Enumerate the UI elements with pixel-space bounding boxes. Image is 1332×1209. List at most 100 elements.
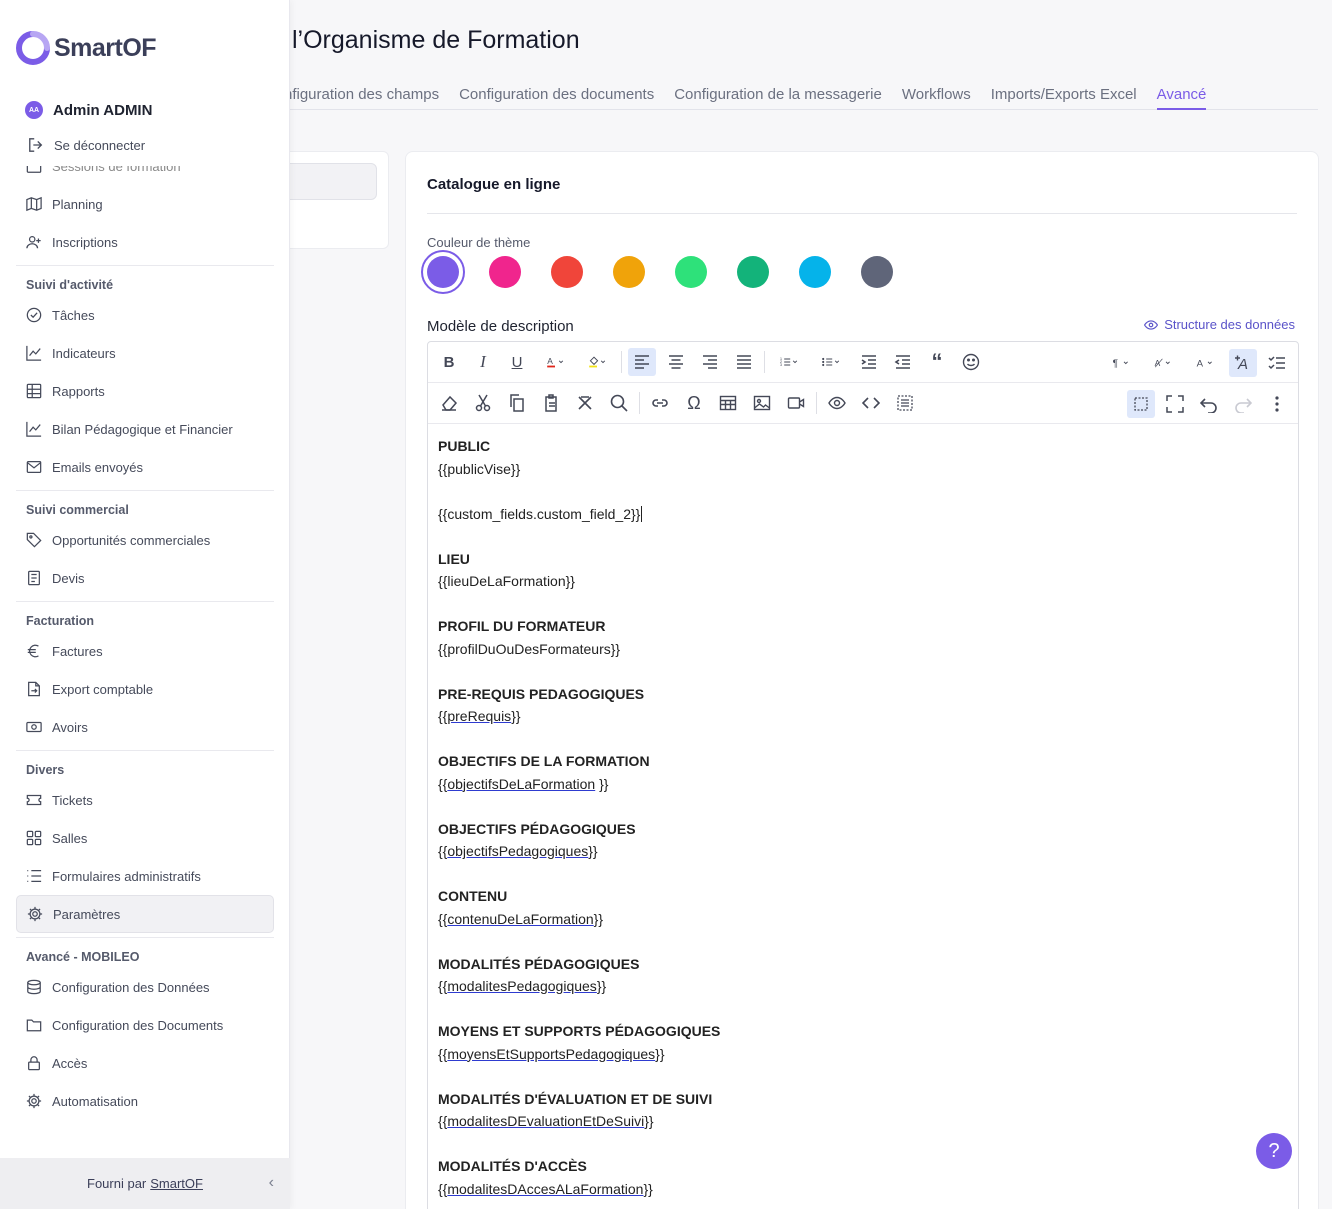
editor-heading: MODALITÉS D'ÉVALUATION ET DE SUIVI (438, 1088, 1288, 1111)
editor-variable: objectifsDeLaFormation (447, 775, 596, 792)
theme-color-swatch[interactable] (675, 256, 707, 288)
sidebar-item-bilan-p-dagogique-et-financier[interactable]: Bilan Pédagogique et Financier (16, 410, 274, 448)
tag-icon (26, 532, 42, 548)
editor-heading: PRE-REQUIS PEDAGOGIQUES (438, 683, 1288, 706)
align-right-button[interactable] (696, 348, 724, 376)
sidebar-item-export-comptable[interactable]: Export comptable (16, 670, 274, 708)
redo-button[interactable] (1229, 390, 1257, 418)
editor-heading: CONTENU (438, 885, 1288, 908)
sidebar-item-avoirs[interactable]: Avoirs (16, 708, 274, 746)
theme-color-swatch[interactable] (613, 256, 645, 288)
select-all-button[interactable] (1127, 389, 1155, 418)
align-left-button[interactable] (628, 348, 656, 376)
ordered-list-button[interactable]: 123 (771, 348, 807, 376)
text-color-button[interactable]: A (537, 348, 573, 376)
special-char-button[interactable]: Ω (680, 389, 708, 417)
undo-icon (1200, 397, 1217, 413)
paste-button[interactable] (537, 389, 565, 417)
tab-0[interactable]: nfiguration des champs (284, 82, 439, 110)
tab-2[interactable]: Configuration de la messagerie (674, 82, 882, 110)
sidebar-item-tickets[interactable]: Tickets (16, 781, 274, 819)
lock-icon (28, 1056, 40, 1071)
sidebar-item-indicateurs[interactable]: Indicateurs (16, 334, 274, 372)
sidebar-item-sessions[interactable]: Sessions de formation (16, 166, 274, 185)
text-style-button[interactable]: A (1229, 348, 1257, 377)
fullscreen-button[interactable] (1161, 390, 1189, 418)
editor-content[interactable]: PUBLIC {{publicVise}} {{custom_fields.cust… (428, 424, 1298, 1209)
sidebar-item-rapports[interactable]: Rapports (16, 372, 274, 410)
footer-smartof-link[interactable]: SmartOF (150, 1176, 203, 1191)
tab-5[interactable]: Avancé (1156, 82, 1207, 110)
align-justify-button[interactable] (730, 348, 758, 376)
insert-image-button[interactable] (748, 389, 776, 417)
insert-link-button[interactable] (646, 389, 674, 417)
clear-format-button[interactable] (435, 389, 463, 417)
sidebar-item-label: Sessions de formation (52, 166, 181, 174)
sidebar-item-factures[interactable]: Factures (16, 632, 274, 670)
sidebar-item-salles[interactable]: Salles (16, 819, 274, 857)
sidebar-item-formulaires-administratifs[interactable]: Formulaires administratifs (16, 857, 274, 895)
checklist-button[interactable] (1263, 349, 1291, 377)
sidebar-item-devis[interactable]: Devis (16, 559, 274, 597)
remove-format-button[interactable] (571, 389, 599, 417)
theme-color-swatch[interactable] (737, 256, 769, 288)
bullet-list-button[interactable] (813, 348, 849, 376)
italic-button[interactable]: I (469, 348, 497, 376)
sidebar-item-t-ches[interactable]: Tâches (16, 296, 274, 334)
tab-3[interactable]: Workflows (902, 82, 971, 110)
editor-variable: contenuDeLaFormation (447, 910, 594, 927)
cut-button[interactable] (469, 389, 497, 417)
page-title: l’Organisme de Formation (292, 26, 580, 54)
insert-table-button[interactable] (714, 389, 742, 417)
editor-placeholder: {{lieuDeLaFormation}} (438, 570, 1288, 593)
line-height-button[interactable]: A (1145, 349, 1181, 377)
more-options-button[interactable] (1263, 390, 1291, 418)
sidebar-item-emails-envoy-s[interactable]: Emails envoyés (16, 448, 274, 486)
indent-button[interactable] (855, 348, 883, 376)
editor-blank-line (438, 930, 1288, 953)
check-circle-icon (26, 307, 42, 323)
smartof-logo[interactable]: SmartOF (16, 31, 157, 65)
data-structure-link[interactable]: Structure des données (1144, 317, 1295, 332)
copy-button[interactable] (503, 389, 531, 417)
align-right-icon (703, 355, 717, 369)
source-code-button[interactable] (857, 389, 885, 417)
user-profile[interactable]: AA Admin ADMIN (25, 101, 152, 119)
help-button[interactable]: ? (1256, 1133, 1292, 1169)
sidebar-item-automatisation[interactable]: Automatisation (16, 1082, 274, 1120)
bold-button[interactable]: B (435, 348, 463, 376)
editor-blank-line (438, 1065, 1288, 1088)
font-size-button[interactable]: A (1187, 349, 1223, 377)
tab-4[interactable]: Imports/Exports Excel (991, 82, 1137, 110)
insert-video-button[interactable] (782, 389, 810, 417)
preview-button[interactable] (823, 389, 851, 417)
align-center-button[interactable] (662, 348, 690, 376)
emoji-button[interactable] (957, 348, 985, 376)
editor-text: MOYENS ET SUPPORTS PÉDAGOGIQUES (438, 1023, 721, 1039)
sidebar-item-opportunit-s-commerciales[interactable]: Opportunités commerciales (16, 521, 274, 559)
paragraph-format-button[interactable]: ¶ (1103, 349, 1139, 377)
collapse-sidebar-icon[interactable]: ‹ (269, 1174, 274, 1192)
sidebar-item-planning[interactable]: Planning (16, 185, 274, 223)
sidebar-item-configuration-des-donn-es[interactable]: Configuration des Données (16, 968, 274, 1006)
blockquote-button[interactable]: “ (923, 348, 951, 376)
editor-text: LIEU (438, 550, 470, 567)
sidebar-item-configuration-des-documents[interactable]: Configuration des Documents (16, 1006, 274, 1044)
outdent-button[interactable] (889, 348, 917, 376)
logout-link[interactable]: Se déconnecter (28, 137, 145, 153)
theme-color-swatch[interactable] (551, 256, 583, 288)
underline-button[interactable]: U (503, 348, 531, 376)
editor-text: }} (655, 1045, 665, 1062)
sidebar-item-acc-s[interactable]: Accès (16, 1044, 274, 1082)
tab-1[interactable]: Configuration des documents (459, 82, 654, 110)
page-break-button[interactable] (891, 389, 919, 417)
theme-color-swatch[interactable] (799, 256, 831, 288)
theme-color-swatch[interactable] (861, 256, 893, 288)
theme-color-swatch[interactable] (489, 256, 521, 288)
theme-color-swatch[interactable] (421, 250, 465, 294)
highlight-color-button[interactable] (579, 348, 615, 376)
undo-button[interactable] (1195, 390, 1223, 418)
sidebar-item-param-tres[interactable]: Paramètres (16, 895, 274, 933)
sidebar-item-inscriptions[interactable]: Inscriptions (16, 223, 274, 261)
search-button[interactable] (605, 389, 633, 417)
